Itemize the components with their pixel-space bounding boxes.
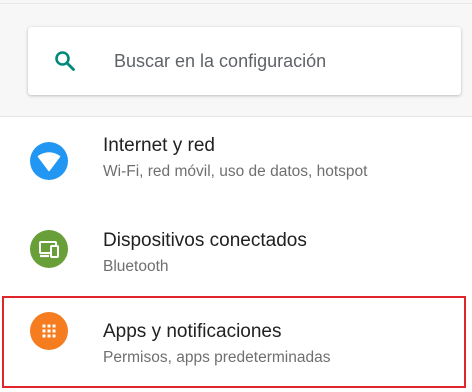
- connected-devices-icon: [30, 230, 68, 268]
- search-bar[interactable]: Buscar en la configuración: [28, 27, 461, 95]
- top-divider: [0, 3, 472, 4]
- settings-item-apps[interactable]: Apps y notificaciones Permisos, apps pre…: [0, 297, 472, 387]
- search-placeholder: Buscar en la configuración: [114, 51, 327, 71]
- settings-item-subtitle: Wi-Fi, red móvil, uso de datos, hotspot: [103, 163, 368, 180]
- apps-grid-icon: [30, 312, 68, 350]
- settings-item-title: Internet y red: [103, 135, 215, 156]
- settings-item-internet[interactable]: Internet y red Wi-Fi, red móvil, uso de …: [0, 118, 472, 208]
- search-area: Buscar en la configuración: [0, 0, 472, 116]
- wifi-icon: [30, 142, 68, 180]
- settings-item-connected-devices[interactable]: Dispositivos conectados Bluetooth: [0, 208, 472, 298]
- settings-item-title: Apps y notificaciones: [103, 321, 282, 342]
- search-icon: [53, 49, 77, 73]
- settings-item-title: Dispositivos conectados: [103, 230, 307, 251]
- settings-item-subtitle: Bluetooth: [103, 258, 169, 275]
- list-divider: [0, 116, 472, 117]
- settings-item-subtitle: Permisos, apps predeterminadas: [103, 349, 331, 366]
